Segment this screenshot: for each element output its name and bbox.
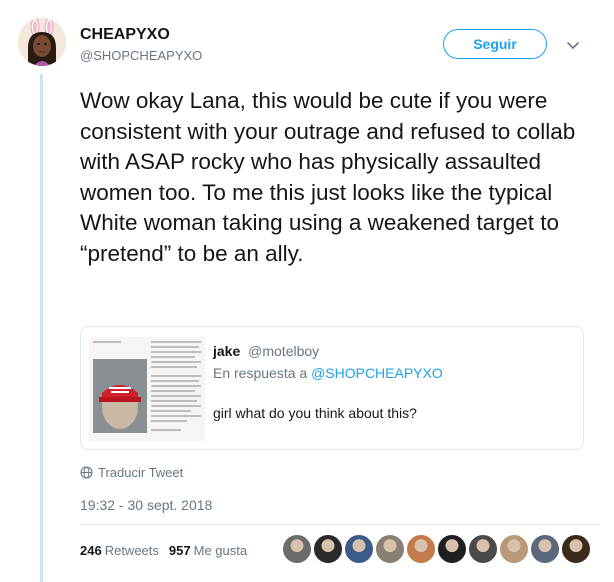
globe-icon [80,466,93,479]
liker-avatar-9[interactable] [530,534,560,564]
quoted-author[interactable]: jake @motelboy [213,343,319,359]
bunny-ears-avatar-icon [18,18,66,66]
liker-avatar-8[interactable] [499,534,529,564]
chevron-down-icon[interactable] [566,38,580,52]
retweets-count: 246 [80,543,102,558]
stats-divider [80,524,600,525]
tweet-text: Wow okay Lana, this would be cute if you… [80,88,576,266]
translate-label[interactable]: Traducir Tweet [98,465,183,480]
retweets-stat[interactable]: 246 Retweets [80,543,159,558]
user-handle[interactable]: @SHOPCHEAPYXO [80,48,202,63]
quoted-author-handle[interactable]: @motelboy [248,343,319,359]
screenshot-thumbnail-icon [89,337,205,441]
display-name[interactable]: CHEAPYXO [80,26,170,44]
liker-avatar-5[interactable] [406,534,436,564]
engagement-stats: 246 Retweets 957 Me gusta [80,543,247,558]
liker-avatars [282,534,592,564]
liker-avatar-3[interactable] [344,534,374,564]
liker-avatar-1[interactable] [282,534,312,564]
liker-avatar-7[interactable] [468,534,498,564]
liker-avatar-10[interactable] [561,534,591,564]
retweets-label: Retweets [104,543,159,558]
thread-line [40,74,43,582]
reply-prefix: En respuesta a [213,365,308,381]
likes-stat[interactable]: 957 Me gusta [169,543,247,558]
quoted-tweet[interactable]: jake @motelboy En respuesta a @SHOPCHEAP… [80,326,584,450]
quoted-tweet-text: girl what do you think about this? [213,405,417,421]
quoted-tweet-image[interactable] [89,337,205,441]
liker-avatar-2[interactable] [313,534,343,564]
liker-avatar-6[interactable] [437,534,467,564]
liker-avatar-4[interactable] [375,534,405,564]
translate-tweet-link[interactable]: Traducir Tweet [80,465,183,480]
quoted-author-name[interactable]: jake [213,343,240,359]
reply-mention-link[interactable]: @SHOPCHEAPYXO [311,365,443,381]
reply-context: En respuesta a @SHOPCHEAPYXO [213,365,443,381]
follow-button[interactable]: Seguir [443,29,547,59]
likes-count: 957 [168,543,191,558]
avatar[interactable] [18,18,66,66]
likes-label: Me gusta [193,543,248,558]
tweet-timestamp[interactable]: 19:32 - 30 sept. 2018 [80,497,212,513]
